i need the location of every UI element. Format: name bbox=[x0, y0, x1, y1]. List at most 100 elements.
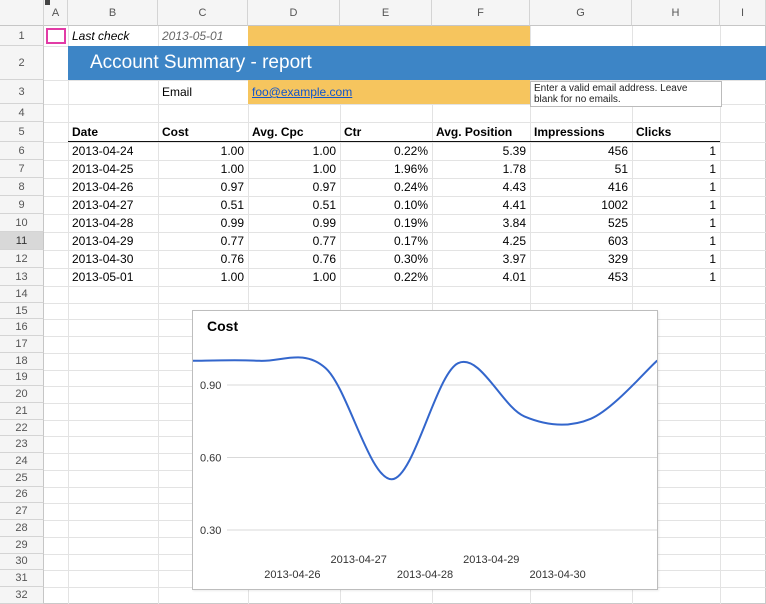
cell-G5[interactable]: Impressions bbox=[530, 122, 632, 142]
row-header-31[interactable]: 31 bbox=[0, 570, 44, 587]
row-header-32[interactable]: 32 bbox=[0, 587, 44, 604]
cell-C6[interactable]: 1.00 bbox=[158, 142, 248, 160]
cell-H5[interactable]: Clicks bbox=[632, 122, 720, 142]
cell-D10[interactable]: 0.99 bbox=[248, 214, 340, 232]
row-header-29[interactable]: 29 bbox=[0, 537, 44, 554]
cell-B10[interactable]: 2013-04-28 bbox=[68, 214, 158, 232]
cell-B11[interactable]: 2013-04-29 bbox=[68, 232, 158, 250]
cell-F5[interactable]: Avg. Position bbox=[432, 122, 530, 142]
cell-G7[interactable]: 51 bbox=[530, 160, 632, 178]
cell-G6[interactable]: 456 bbox=[530, 142, 632, 160]
cell-D7[interactable]: 1.00 bbox=[248, 160, 340, 178]
cell-F6[interactable]: 5.39 bbox=[432, 142, 530, 160]
cell-D11[interactable]: 0.77 bbox=[248, 232, 340, 250]
cell-G9[interactable]: 1002 bbox=[530, 196, 632, 214]
cell-E10[interactable]: 0.19% bbox=[340, 214, 432, 232]
cell-last-check-value[interactable]: 2013-05-01 bbox=[158, 26, 248, 46]
column-header-G[interactable]: G bbox=[530, 0, 632, 26]
email-link[interactable]: foo@example.com bbox=[252, 85, 352, 99]
cell-B6[interactable]: 2013-04-24 bbox=[68, 142, 158, 160]
row-header-15[interactable]: 15 bbox=[0, 303, 44, 320]
column-header-E[interactable]: E bbox=[340, 0, 432, 26]
cell-F13[interactable]: 4.01 bbox=[432, 268, 530, 286]
cell-G13[interactable]: 453 bbox=[530, 268, 632, 286]
column-header-B[interactable]: B bbox=[68, 0, 158, 26]
column-header-I[interactable]: I bbox=[720, 0, 766, 26]
highlighted-range-d1-f1[interactable] bbox=[248, 26, 530, 46]
row-header-17[interactable]: 17 bbox=[0, 336, 44, 353]
cell-D8[interactable]: 0.97 bbox=[248, 178, 340, 196]
row-header-11[interactable]: 11 bbox=[0, 232, 44, 250]
cell-H7[interactable]: 1 bbox=[632, 160, 720, 178]
row-header-2[interactable]: 2 bbox=[0, 46, 44, 80]
cell-G8[interactable]: 416 bbox=[530, 178, 632, 196]
row-header-27[interactable]: 27 bbox=[0, 503, 44, 520]
row-header-10[interactable]: 10 bbox=[0, 214, 44, 232]
cell-F7[interactable]: 1.78 bbox=[432, 160, 530, 178]
row-header-19[interactable]: 19 bbox=[0, 370, 44, 387]
row-header-23[interactable]: 23 bbox=[0, 436, 44, 453]
cell-last-check-label[interactable]: Last check bbox=[68, 26, 158, 46]
row-header-1[interactable]: 1 bbox=[0, 26, 44, 46]
select-all-corner[interactable] bbox=[0, 0, 44, 26]
column-header-D[interactable]: D bbox=[248, 0, 340, 26]
cell-E12[interactable]: 0.30% bbox=[340, 250, 432, 268]
row-header-24[interactable]: 24 bbox=[0, 453, 44, 470]
cell-C8[interactable]: 0.97 bbox=[158, 178, 248, 196]
cell-G11[interactable]: 603 bbox=[530, 232, 632, 250]
cell-E13[interactable]: 0.22% bbox=[340, 268, 432, 286]
cell-D5[interactable]: Avg. Cpc bbox=[248, 122, 340, 142]
column-header-F[interactable]: F bbox=[432, 0, 530, 26]
row-header-12[interactable]: 12 bbox=[0, 250, 44, 268]
cell-B5[interactable]: Date bbox=[68, 122, 158, 142]
row-header-20[interactable]: 20 bbox=[0, 386, 44, 403]
cell-C5[interactable]: Cost bbox=[158, 122, 248, 142]
cell-B12[interactable]: 2013-04-30 bbox=[68, 250, 158, 268]
highlighted-range-d3-f3[interactable]: foo@example.com bbox=[248, 80, 530, 104]
cell-B8[interactable]: 2013-04-26 bbox=[68, 178, 158, 196]
cell-C7[interactable]: 1.00 bbox=[158, 160, 248, 178]
cell-E8[interactable]: 0.24% bbox=[340, 178, 432, 196]
cell-E9[interactable]: 0.10% bbox=[340, 196, 432, 214]
cell-G12[interactable]: 329 bbox=[530, 250, 632, 268]
cell-H8[interactable]: 1 bbox=[632, 178, 720, 196]
cell-B9[interactable]: 2013-04-27 bbox=[68, 196, 158, 214]
cell-F11[interactable]: 4.25 bbox=[432, 232, 530, 250]
cell-C10[interactable]: 0.99 bbox=[158, 214, 248, 232]
column-header-H[interactable]: H bbox=[632, 0, 720, 26]
row-header-28[interactable]: 28 bbox=[0, 520, 44, 537]
row-header-4[interactable]: 4 bbox=[0, 104, 44, 122]
cell-H12[interactable]: 1 bbox=[632, 250, 720, 268]
cell-D13[interactable]: 1.00 bbox=[248, 268, 340, 286]
row-header-9[interactable]: 9 bbox=[0, 196, 44, 214]
cell-H13[interactable]: 1 bbox=[632, 268, 720, 286]
cell-D6[interactable]: 1.00 bbox=[248, 142, 340, 160]
row-header-5[interactable]: 5 bbox=[0, 122, 44, 142]
cell-email-label[interactable]: Email bbox=[158, 80, 248, 104]
cell-F8[interactable]: 4.43 bbox=[432, 178, 530, 196]
cell-D12[interactable]: 0.76 bbox=[248, 250, 340, 268]
row-header-14[interactable]: 14 bbox=[0, 286, 44, 303]
embedded-chart[interactable]: Cost 0.300.600.902013-04-262013-04-27201… bbox=[192, 310, 658, 590]
row-header-16[interactable]: 16 bbox=[0, 319, 44, 336]
cell-F10[interactable]: 3.84 bbox=[432, 214, 530, 232]
cell-H9[interactable]: 1 bbox=[632, 196, 720, 214]
cell-G10[interactable]: 525 bbox=[530, 214, 632, 232]
cell-F9[interactable]: 4.41 bbox=[432, 196, 530, 214]
row-header-22[interactable]: 22 bbox=[0, 420, 44, 437]
row-header-6[interactable]: 6 bbox=[0, 142, 44, 160]
row-header-26[interactable]: 26 bbox=[0, 487, 44, 504]
row-header-3[interactable]: 3 bbox=[0, 80, 44, 104]
cell-D9[interactable]: 0.51 bbox=[248, 196, 340, 214]
cell-B7[interactable]: 2013-04-25 bbox=[68, 160, 158, 178]
cell-H11[interactable]: 1 bbox=[632, 232, 720, 250]
cell-H10[interactable]: 1 bbox=[632, 214, 720, 232]
cell-C12[interactable]: 0.76 bbox=[158, 250, 248, 268]
cell-C11[interactable]: 0.77 bbox=[158, 232, 248, 250]
cell-H6[interactable]: 1 bbox=[632, 142, 720, 160]
cell-C13[interactable]: 1.00 bbox=[158, 268, 248, 286]
cell-C9[interactable]: 0.51 bbox=[158, 196, 248, 214]
row-header-18[interactable]: 18 bbox=[0, 353, 44, 370]
row-header-21[interactable]: 21 bbox=[0, 403, 44, 420]
row-header-13[interactable]: 13 bbox=[0, 268, 44, 286]
